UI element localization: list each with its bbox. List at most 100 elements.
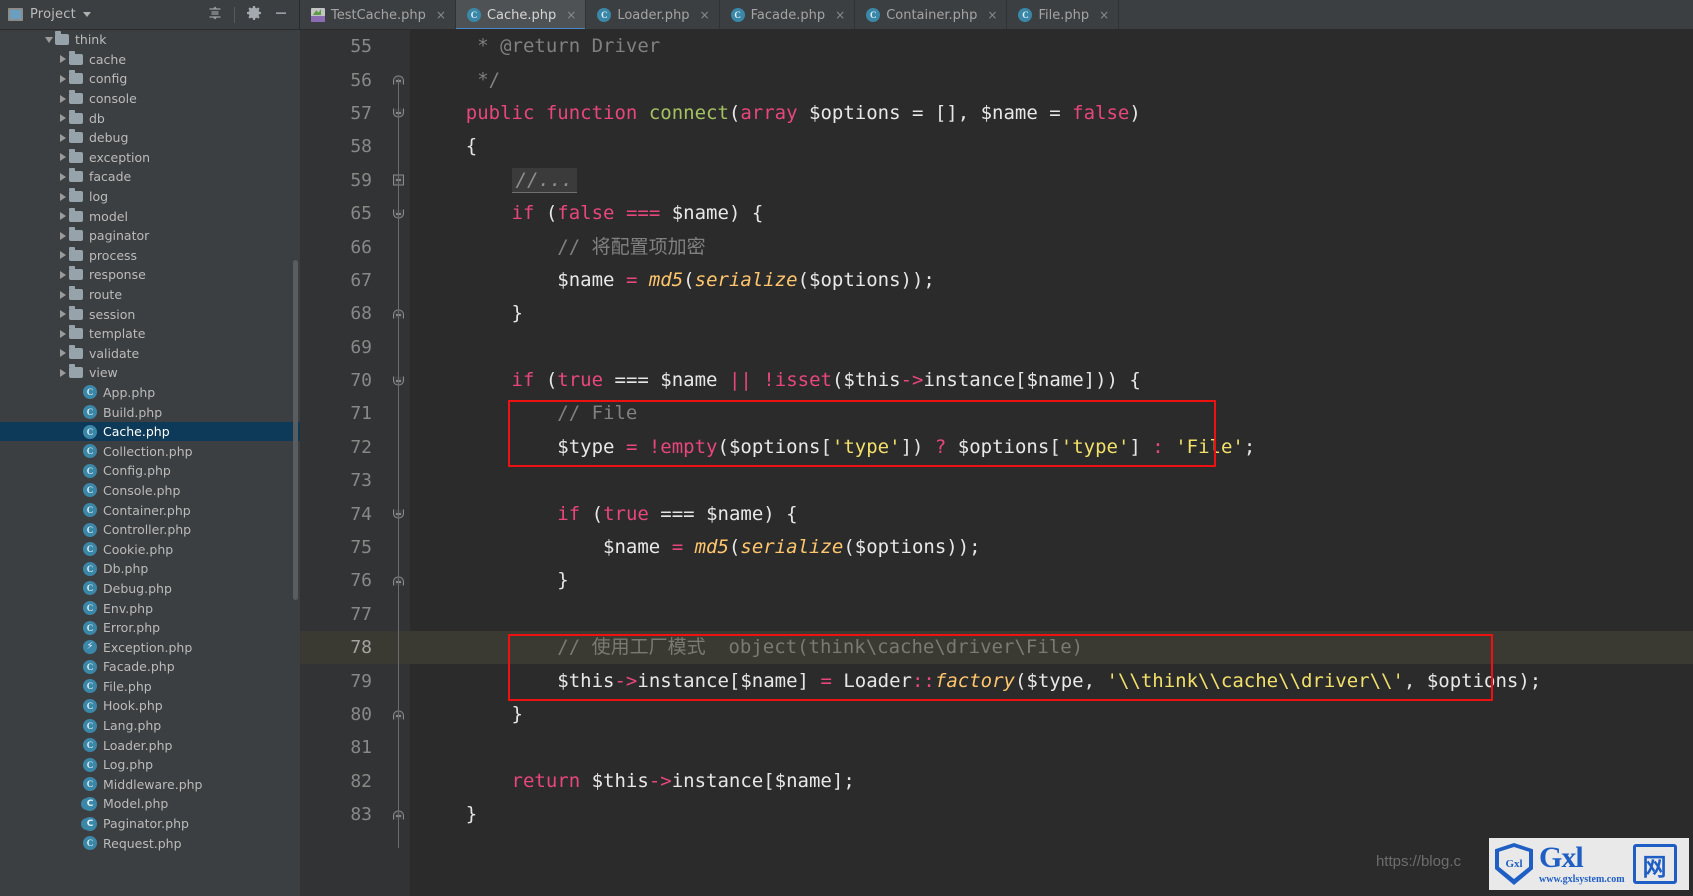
- code-line[interactable]: * @return Driver: [410, 30, 1693, 63]
- chevron-right-icon[interactable]: [59, 251, 66, 260]
- tab-file-php[interactable]: File.php ×: [1007, 0, 1120, 29]
- tab-loader-php[interactable]: Loader.php ×: [586, 0, 720, 29]
- code-line[interactable]: $name = md5(serialize($options));: [410, 531, 1693, 564]
- tab-close-icon[interactable]: ×: [700, 9, 710, 21]
- code-folding-gutter[interactable]: [386, 30, 410, 896]
- tree-item-collection-php[interactable]: Collection.php: [0, 441, 300, 461]
- code-line[interactable]: }: [410, 698, 1693, 731]
- code-line[interactable]: return $this->instance[$name];: [410, 765, 1693, 798]
- tree-item-exception-php[interactable]: Exception.php: [0, 637, 300, 657]
- tree-toggle[interactable]: [56, 153, 69, 162]
- tree-item-app-php[interactable]: App.php: [0, 383, 300, 403]
- code-line[interactable]: $type = !empty($options['type']) ? $opti…: [410, 431, 1693, 464]
- chevron-down-icon[interactable]: [82, 12, 91, 17]
- tree-toggle[interactable]: [56, 310, 69, 319]
- chevron-right-icon[interactable]: [59, 114, 66, 123]
- tab-close-icon[interactable]: ×: [835, 9, 845, 21]
- fold-cell[interactable]: [386, 30, 410, 63]
- tree-toggle[interactable]: [56, 172, 69, 181]
- tree-item-facade[interactable]: facade: [0, 167, 300, 187]
- tree-toggle[interactable]: [56, 368, 69, 377]
- tree-item-debug[interactable]: debug: [0, 128, 300, 148]
- tree-item-loader-php[interactable]: Loader.php: [0, 735, 300, 755]
- tree-item-think[interactable]: think: [0, 30, 300, 50]
- code-line[interactable]: //...: [410, 164, 1693, 197]
- code-line[interactable]: }: [410, 798, 1693, 831]
- collapse-all-icon[interactable]: [207, 5, 223, 25]
- chevron-right-icon[interactable]: [59, 231, 66, 240]
- tree-item-log-php[interactable]: Log.php: [0, 755, 300, 775]
- chevron-right-icon[interactable]: [59, 74, 66, 83]
- chevron-right-icon[interactable]: [59, 55, 66, 64]
- code-editor[interactable]: 55 56 57 58 59 65 66 67 68 69 70 71 72 73 74 75 76 77 78 79…: [300, 30, 1693, 896]
- code-line[interactable]: [410, 598, 1693, 631]
- code-line[interactable]: if (true === $name || !isset($this->inst…: [410, 364, 1693, 397]
- tree-toggle[interactable]: [42, 36, 55, 43]
- tree-item-cache-php[interactable]: Cache.php: [0, 421, 300, 442]
- chevron-right-icon[interactable]: [59, 290, 66, 299]
- tree-item-container-php[interactable]: Container.php: [0, 500, 300, 520]
- tree-item-console[interactable]: console: [0, 89, 300, 109]
- code-line[interactable]: $this->instance[$name] = Loader::factory…: [410, 664, 1693, 697]
- tree-toggle[interactable]: [56, 212, 69, 221]
- tree-item-response[interactable]: response: [0, 265, 300, 285]
- code-line[interactable]: $name = md5(serialize($options));: [410, 264, 1693, 297]
- tree-item-facade-php[interactable]: Facade.php: [0, 657, 300, 677]
- code-line[interactable]: */: [410, 63, 1693, 96]
- tree-toggle[interactable]: [56, 114, 69, 123]
- tree-item-build-php[interactable]: Build.php: [0, 402, 300, 422]
- tree-item-config-php[interactable]: Config.php: [0, 461, 300, 481]
- chevron-right-icon[interactable]: [59, 192, 66, 201]
- tree-item-template[interactable]: template: [0, 324, 300, 344]
- tree-item-view[interactable]: view: [0, 363, 300, 383]
- code-line[interactable]: public function connect(array $options =…: [410, 97, 1693, 130]
- tree-toggle[interactable]: [56, 290, 69, 299]
- tree-item-controller-php[interactable]: Controller.php: [0, 520, 300, 540]
- tab-container-php[interactable]: Container.php ×: [855, 0, 1008, 29]
- tree-toggle[interactable]: [56, 133, 69, 142]
- code-line[interactable]: if (false === $name) {: [410, 197, 1693, 230]
- tab-facade-php[interactable]: Facade.php ×: [720, 0, 856, 29]
- tree-toggle[interactable]: [56, 94, 69, 103]
- tree-item-process[interactable]: process: [0, 246, 300, 266]
- code-line[interactable]: [410, 464, 1693, 497]
- chevron-right-icon[interactable]: [59, 310, 66, 319]
- chevron-right-icon[interactable]: [59, 212, 66, 221]
- code-line[interactable]: }: [410, 297, 1693, 330]
- tree-toggle[interactable]: [56, 74, 69, 83]
- chevron-right-icon[interactable]: [59, 368, 66, 377]
- hide-panel-icon[interactable]: [273, 5, 289, 25]
- tree-item-db[interactable]: db: [0, 108, 300, 128]
- tree-item-hook-php[interactable]: Hook.php: [0, 696, 300, 716]
- tree-toggle[interactable]: [56, 192, 69, 201]
- code-line[interactable]: {: [410, 130, 1693, 163]
- tree-item-route[interactable]: route: [0, 285, 300, 305]
- chevron-right-icon[interactable]: [59, 133, 66, 142]
- tree-item-paginator[interactable]: paginator: [0, 226, 300, 246]
- chevron-down-icon[interactable]: [44, 36, 53, 43]
- tree-item-exception[interactable]: exception: [0, 148, 300, 168]
- tree-item-cookie-php[interactable]: Cookie.php: [0, 539, 300, 559]
- tree-toggle[interactable]: [56, 251, 69, 260]
- tab-close-icon[interactable]: ×: [436, 9, 446, 21]
- tree-item-lang-php[interactable]: Lang.php: [0, 716, 300, 736]
- project-tree[interactable]: think cache config console db debug exception f…: [0, 30, 300, 896]
- tree-item-error-php[interactable]: Error.php: [0, 618, 300, 638]
- tree-item-console-php[interactable]: Console.php: [0, 481, 300, 501]
- tree-item-db-php[interactable]: Db.php: [0, 559, 300, 579]
- chevron-right-icon[interactable]: [59, 172, 66, 181]
- tree-item-env-php[interactable]: Env.php: [0, 598, 300, 618]
- tree-item-model[interactable]: model: [0, 206, 300, 226]
- tab-cache-php[interactable]: Cache.php ×: [455, 0, 587, 29]
- chevron-right-icon[interactable]: [59, 270, 66, 279]
- settings-gear-icon[interactable]: [246, 5, 262, 25]
- code-line[interactable]: [410, 331, 1693, 364]
- sidebar-scrollbar[interactable]: [293, 260, 298, 600]
- tree-item-session[interactable]: session: [0, 304, 300, 324]
- tree-item-file-php[interactable]: File.php: [0, 677, 300, 697]
- tree-toggle[interactable]: [56, 270, 69, 279]
- code-line[interactable]: // 将配置项加密: [410, 230, 1693, 263]
- chevron-right-icon[interactable]: [59, 349, 66, 358]
- code-line[interactable]: // File: [410, 397, 1693, 430]
- tree-toggle[interactable]: [56, 55, 69, 64]
